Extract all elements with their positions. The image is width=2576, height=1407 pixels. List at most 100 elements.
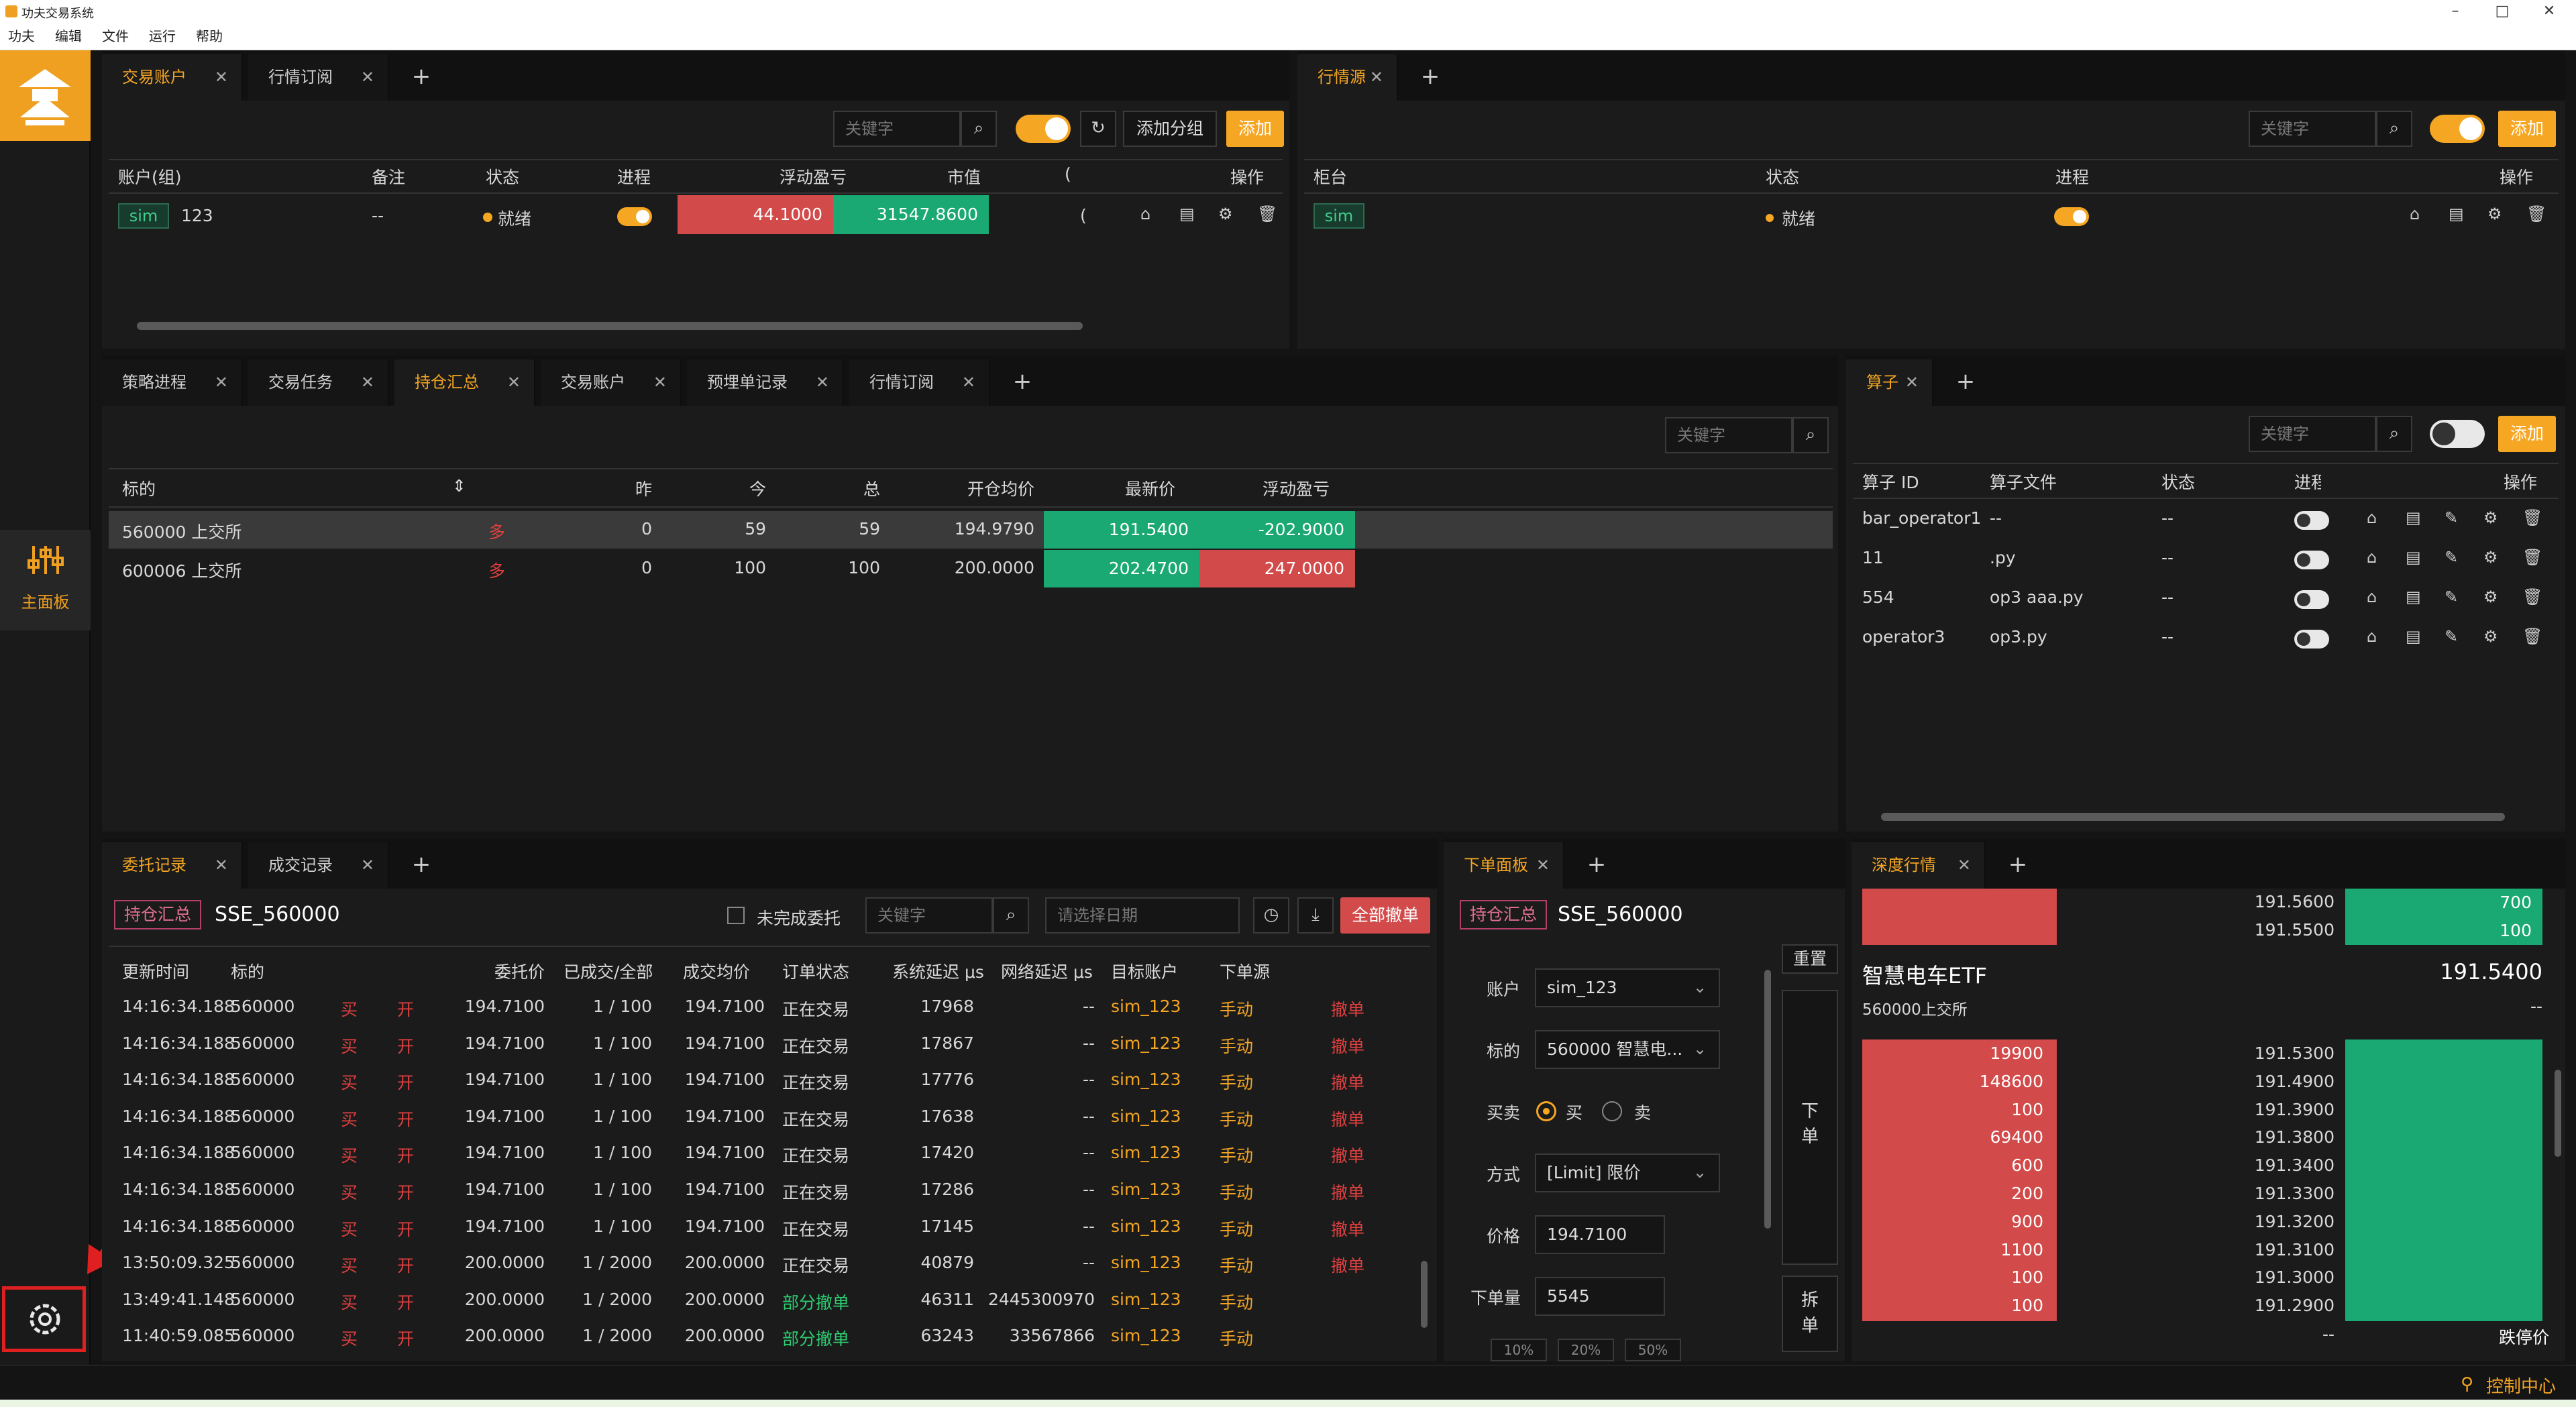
symbol-select[interactable]: 560000 智慧电... (1535, 1030, 1720, 1069)
control-center-icon[interactable]: ⚲ (2461, 1374, 2473, 1394)
qty-input[interactable]: 5545 (1535, 1277, 1665, 1316)
nav-main-panel[interactable]: 主面板 (0, 530, 91, 630)
reset-button[interactable]: 重置 (1782, 944, 1838, 974)
search-input[interactable]: 关键字 (1665, 417, 1792, 453)
cancel-all-button[interactable]: 全部撤单 (1340, 897, 1430, 934)
tab-strategy[interactable]: 策略进程 ✕ (102, 359, 243, 406)
md-process-toggle[interactable] (2054, 207, 2089, 226)
refresh-button[interactable]: ↻ (1080, 111, 1116, 147)
unfinished-checkbox[interactable] (727, 907, 745, 924)
cancel-order-button[interactable]: 撤单 (1331, 1107, 1364, 1131)
close-icon[interactable]: ✕ (361, 54, 374, 101)
tab-order-entry[interactable]: 下单面板 ✕ (1444, 842, 1564, 889)
minimize-button[interactable]: – (2435, 0, 2475, 23)
col-avg-price[interactable]: 开仓均价 (934, 476, 1034, 500)
file-icon[interactable]: ▤ (2406, 627, 2421, 646)
close-icon[interactable]: ✕ (1370, 54, 1383, 101)
menu-item-file[interactable]: 文件 (102, 23, 129, 49)
add-tab-button[interactable]: + (996, 359, 1049, 406)
bank-icon[interactable]: ⌂ (2367, 548, 2377, 567)
search-input[interactable]: 关键字 (865, 897, 993, 934)
operator-process-toggle[interactable] (2294, 590, 2329, 609)
col-symbol[interactable]: 标的 (231, 959, 264, 983)
gear-icon[interactable]: ⚙ (2483, 587, 2498, 606)
operator-process-toggle[interactable] (2294, 630, 2329, 649)
add-tab-button[interactable]: + (394, 54, 448, 101)
edit-icon[interactable]: ✎ (2445, 587, 2458, 606)
close-icon[interactable]: ✕ (215, 54, 228, 101)
close-icon[interactable]: ✕ (1957, 842, 1971, 889)
tab-positions[interactable]: 持仓汇总 ✕ (394, 359, 535, 406)
app-logo[interactable] (0, 50, 91, 141)
trash-icon[interactable]: 🗑 (2522, 548, 2542, 567)
gear-icon[interactable]: ⚙ (2487, 205, 2502, 223)
add-tab-button[interactable]: + (1991, 842, 2045, 889)
trash-icon[interactable]: 🗑 (2522, 587, 2542, 606)
menu-item-edit[interactable]: 编辑 (55, 23, 82, 49)
operator-process-toggle[interactable] (2294, 511, 2329, 530)
submit-order-button[interactable]: 下单 (1782, 990, 1838, 1265)
date-input[interactable]: 请选择日期 (1045, 897, 1240, 934)
search-button[interactable]: ⌕ (993, 897, 1029, 934)
close-icon[interactable]: ✕ (1536, 842, 1550, 889)
search-input[interactable]: 关键字 (2249, 416, 2376, 452)
close-icon[interactable]: ✕ (215, 359, 228, 406)
col-net-latency[interactable]: 网络延迟 μs (1001, 959, 1093, 983)
close-icon[interactable]: ✕ (816, 359, 829, 406)
col-source[interactable]: 下单源 (1220, 959, 1270, 983)
bank-icon[interactable]: ⌂ (2367, 508, 2377, 527)
v-scrollbar[interactable] (1764, 970, 1771, 1229)
add-button[interactable]: 添加 (2498, 416, 2556, 452)
account-process-toggle[interactable] (617, 207, 652, 226)
tab-trade-task[interactable]: 交易任务 ✕ (248, 359, 389, 406)
control-center-link[interactable]: 控制中心 (2486, 1373, 2556, 1398)
process-toggle[interactable] (2430, 420, 2485, 448)
file-icon[interactable]: ▤ (2406, 587, 2421, 606)
col-pnl[interactable]: 浮动盈亏 (726, 164, 847, 188)
bank-icon[interactable]: ⌂ (2367, 587, 2377, 606)
tab-trade-account[interactable]: 交易账户 ✕ (102, 54, 243, 101)
edit-icon[interactable]: ✎ (2445, 508, 2458, 527)
tab-trades[interactable]: 成交记录 ✕ (248, 842, 389, 889)
tab-depth[interactable]: 深度行情 ✕ (1851, 842, 1986, 889)
tab-md-subscribe[interactable]: 行情订阅 ✕ (849, 359, 990, 406)
pct-20-button[interactable]: 20% (1558, 1339, 1614, 1361)
search-input[interactable]: 关键字 (833, 111, 961, 147)
split-order-button[interactable]: 拆单 (1782, 1276, 1838, 1352)
trash-icon[interactable]: 🗑 (1257, 205, 1277, 223)
add-tab-button[interactable]: + (394, 842, 448, 889)
sell-radio[interactable] (1602, 1101, 1622, 1121)
h-scrollbar[interactable] (137, 322, 1083, 330)
search-button[interactable]: ⌕ (2376, 416, 2412, 452)
col-filled[interactable]: 已成交/全部 (564, 959, 653, 983)
file-icon[interactable]: ▤ (2406, 508, 2421, 527)
tab-preorder[interactable]: 预埋单记录 ✕ (687, 359, 844, 406)
process-toggle[interactable] (2430, 115, 2485, 143)
close-icon[interactable]: ✕ (361, 842, 374, 889)
trash-icon[interactable]: 🗑 (2522, 508, 2542, 527)
col-update-time[interactable]: 更新时间 (122, 959, 189, 983)
sort-icon[interactable]: ⇕ (452, 476, 466, 496)
menu-item-run[interactable]: 运行 (149, 23, 176, 49)
add-group-button[interactable]: 添加分组 (1123, 111, 1217, 147)
file-icon[interactable]: ▤ (1179, 205, 1195, 223)
search-button[interactable]: ⌕ (1792, 417, 1829, 453)
price-input[interactable]: 194.7100 (1535, 1215, 1665, 1254)
close-icon[interactable]: ✕ (215, 842, 228, 889)
close-icon[interactable]: ✕ (1905, 359, 1919, 406)
add-tab-button[interactable]: + (1939, 359, 1992, 406)
account-select[interactable]: sim_123 (1535, 968, 1720, 1007)
close-icon[interactable]: ✕ (653, 359, 667, 406)
bank-icon[interactable]: ⌂ (1140, 205, 1150, 223)
file-icon[interactable]: ▤ (2406, 548, 2421, 567)
gear-icon[interactable]: ⚙ (1218, 205, 1233, 223)
gear-icon[interactable]: ⚙ (2483, 548, 2498, 567)
col-last-price[interactable]: 最新价 (1081, 476, 1175, 500)
col-sys-latency[interactable]: 系统延迟 μs (892, 959, 984, 983)
add-button[interactable]: 添加 (1226, 111, 1284, 147)
tab-trade-account[interactable]: 交易账户 ✕ (541, 359, 682, 406)
menu-item-help[interactable]: 帮助 (196, 23, 223, 49)
edit-icon[interactable]: ✎ (2445, 627, 2458, 646)
cancel-order-button[interactable]: 撤单 (1331, 1143, 1364, 1167)
col-symbol[interactable]: 标的 (122, 476, 156, 500)
